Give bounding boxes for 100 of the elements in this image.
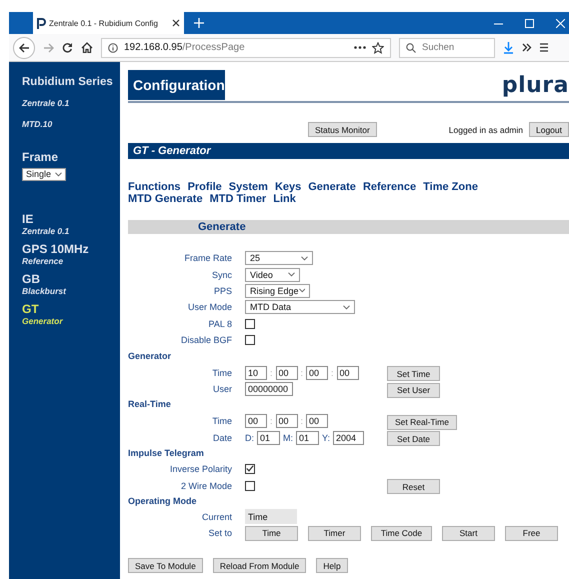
date-part-label: D:: [245, 432, 254, 443]
nav-link[interactable]: Link: [273, 193, 296, 205]
input-field[interactable]: 00000000: [245, 382, 293, 396]
action-button[interactable]: Set Time: [387, 366, 440, 382]
frame-select[interactable]: Single: [22, 168, 66, 180]
time-separator: :: [300, 368, 304, 378]
frame-label: Frame: [22, 150, 60, 164]
time-field[interactable]: 00: [276, 366, 298, 380]
nav-link[interactable]: Time Zone: [423, 181, 478, 193]
sidebar-title: Rubidium Series: [22, 76, 114, 88]
action-button[interactable]: Set Real-Time: [387, 414, 457, 430]
time-field[interactable]: 10: [245, 366, 267, 380]
time-field[interactable]: 00: [306, 414, 328, 428]
time-separator: :: [331, 368, 334, 378]
readonly-field: Time: [245, 509, 297, 524]
logout-button[interactable]: Logout: [529, 122, 569, 137]
date-field[interactable]: 01: [296, 430, 319, 445]
dropdown[interactable]: Rising Edge: [245, 284, 310, 298]
date-field[interactable]: 2004: [333, 430, 364, 445]
back-button[interactable]: [13, 36, 35, 58]
date-part-label: Y:: [322, 432, 330, 443]
maximize-icon[interactable]: [525, 18, 534, 28]
menu-button[interactable]: [540, 43, 548, 52]
action-button[interactable]: Set Date: [387, 431, 440, 446]
time-field[interactable]: 00: [336, 366, 359, 380]
download-button[interactable]: [503, 42, 514, 54]
home-button[interactable]: [81, 42, 93, 53]
footer-button[interactable]: Save To Module: [128, 558, 203, 574]
field-label: Time: [211, 368, 232, 378]
time-field[interactable]: 00: [306, 366, 328, 380]
field-label: User: [212, 384, 232, 394]
status-monitor-button[interactable]: Status Monitor: [308, 122, 377, 137]
module-link[interactable]: GT: [22, 302, 120, 316]
nav-link[interactable]: MTD Generate: [128, 193, 203, 205]
action-button[interactable]: Reset: [387, 479, 440, 494]
mode-button[interactable]: Timer: [308, 526, 361, 541]
address-bar[interactable]: 192.168.0.95/ProcessPage: [101, 38, 391, 58]
nav-link[interactable]: Profile: [188, 181, 222, 193]
section-header: Generate: [128, 220, 569, 234]
time-field[interactable]: 00: [276, 414, 298, 428]
browser-tab[interactable]: Zentrale 0.1 - Rubidium Config: [33, 12, 184, 34]
date-part-label: M:: [283, 432, 293, 443]
close-icon[interactable]: [172, 19, 180, 27]
overflow-button[interactable]: [522, 43, 532, 52]
address-text: 192.168.0.95/ProcessPage: [124, 42, 245, 53]
home-icon: [81, 42, 93, 53]
module-link[interactable]: IE: [22, 212, 120, 226]
field-label: PAL 8: [207, 318, 232, 329]
nav-link[interactable]: Generate: [308, 181, 356, 193]
star-icon[interactable]: [372, 42, 384, 54]
back-arrow-icon: [18, 42, 30, 52]
chevron-down-icon: [301, 256, 308, 261]
checkbox[interactable]: [245, 335, 255, 346]
nav-link[interactable]: Functions: [128, 181, 181, 193]
module-link[interactable]: GPS 10MHz: [22, 242, 120, 256]
time-separator: :: [300, 416, 304, 426]
checkbox[interactable]: [245, 464, 255, 474]
module-link[interactable]: GB: [22, 272, 120, 286]
action-button[interactable]: Set User: [387, 382, 440, 398]
mode-button[interactable]: Time Code: [371, 526, 432, 541]
checkbox[interactable]: [245, 318, 255, 329]
nav-link[interactable]: Reference: [362, 181, 416, 193]
field-label: Disable BGF: [180, 335, 232, 346]
time-separator: :: [270, 368, 273, 378]
mode-button[interactable]: Free: [505, 526, 558, 541]
module-subtitle: Generator: [22, 316, 64, 326]
mode-button[interactable]: Time: [245, 526, 298, 541]
field-label: Current: [200, 512, 232, 522]
reload-button[interactable]: [62, 42, 73, 53]
dropdown[interactable]: Video: [245, 268, 300, 282]
nav-link[interactable]: Keys: [274, 181, 302, 193]
field-label: User Mode: [186, 302, 232, 312]
page-header-title: Configuration: [128, 70, 225, 100]
dropdown[interactable]: MTD Data: [245, 300, 355, 314]
module-subtitle: Blackburst: [22, 286, 68, 296]
menu-icon: [540, 43, 548, 52]
plura-logo: plura: [502, 72, 569, 98]
chevron-down-icon: [288, 272, 295, 278]
chevron-down-icon: [298, 288, 305, 294]
search-field[interactable]: Suchen: [399, 38, 495, 58]
more-icon[interactable]: [354, 46, 366, 49]
plus-icon[interactable]: [194, 18, 204, 28]
checkbox[interactable]: [245, 480, 255, 491]
nav-link[interactable]: MTD Timer: [210, 193, 266, 205]
field-label: Time: [211, 416, 232, 426]
double-chevron-icon: [522, 43, 532, 52]
device-label: MTD.10: [22, 119, 54, 129]
chevron-down-icon: [343, 304, 350, 310]
nav-link[interactable]: System: [228, 181, 268, 193]
time-separator: :: [270, 416, 273, 426]
mode-button[interactable]: Start: [442, 526, 495, 541]
date-field[interactable]: 01: [257, 430, 280, 445]
footer-button[interactable]: Help: [316, 558, 348, 574]
field-label: Set to: [207, 528, 232, 538]
dropdown[interactable]: 25: [245, 251, 313, 266]
module-subtitle: Zentrale 0.1: [22, 226, 70, 236]
footer-button[interactable]: Reload From Module: [212, 558, 306, 574]
time-field[interactable]: 00: [245, 414, 267, 428]
field-label: Inverse Polarity: [168, 464, 232, 474]
group-heading: Generator: [128, 350, 172, 364]
